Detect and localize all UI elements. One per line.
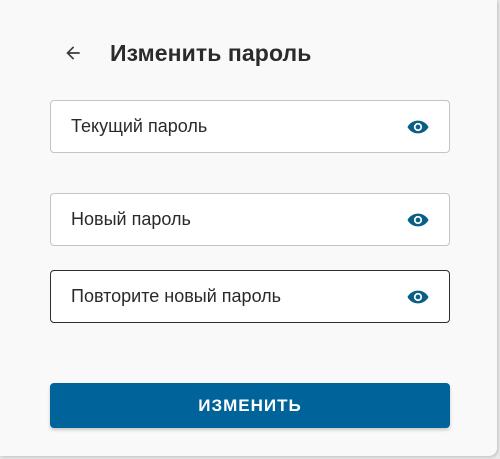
arrow-left-icon xyxy=(66,46,80,60)
toggle-visibility-button[interactable] xyxy=(407,289,429,305)
repeat-password-field[interactable]: Повторите новый пароль xyxy=(50,270,450,323)
current-password-field[interactable]: Текущий пароль xyxy=(50,100,450,153)
submit-button[interactable]: ИЗМЕНИТЬ xyxy=(50,383,450,428)
page-title: Изменить пароль xyxy=(110,39,312,66)
header: Изменить пароль xyxy=(60,37,311,69)
eye-icon xyxy=(407,213,429,226)
new-password-label: Новый пароль xyxy=(71,209,191,229)
toggle-visibility-button[interactable] xyxy=(407,212,429,228)
toggle-visibility-button[interactable] xyxy=(407,119,429,135)
back-button[interactable] xyxy=(60,37,86,69)
eye-icon xyxy=(407,120,429,133)
repeat-password-label: Повторите новый пароль xyxy=(71,286,282,306)
eye-icon xyxy=(407,290,429,303)
new-password-field[interactable]: Новый пароль xyxy=(50,193,450,246)
current-password-label: Текущий пароль xyxy=(71,116,208,136)
change-password-card: Изменить пароль Текущий пароль Новый пар… xyxy=(0,0,497,456)
